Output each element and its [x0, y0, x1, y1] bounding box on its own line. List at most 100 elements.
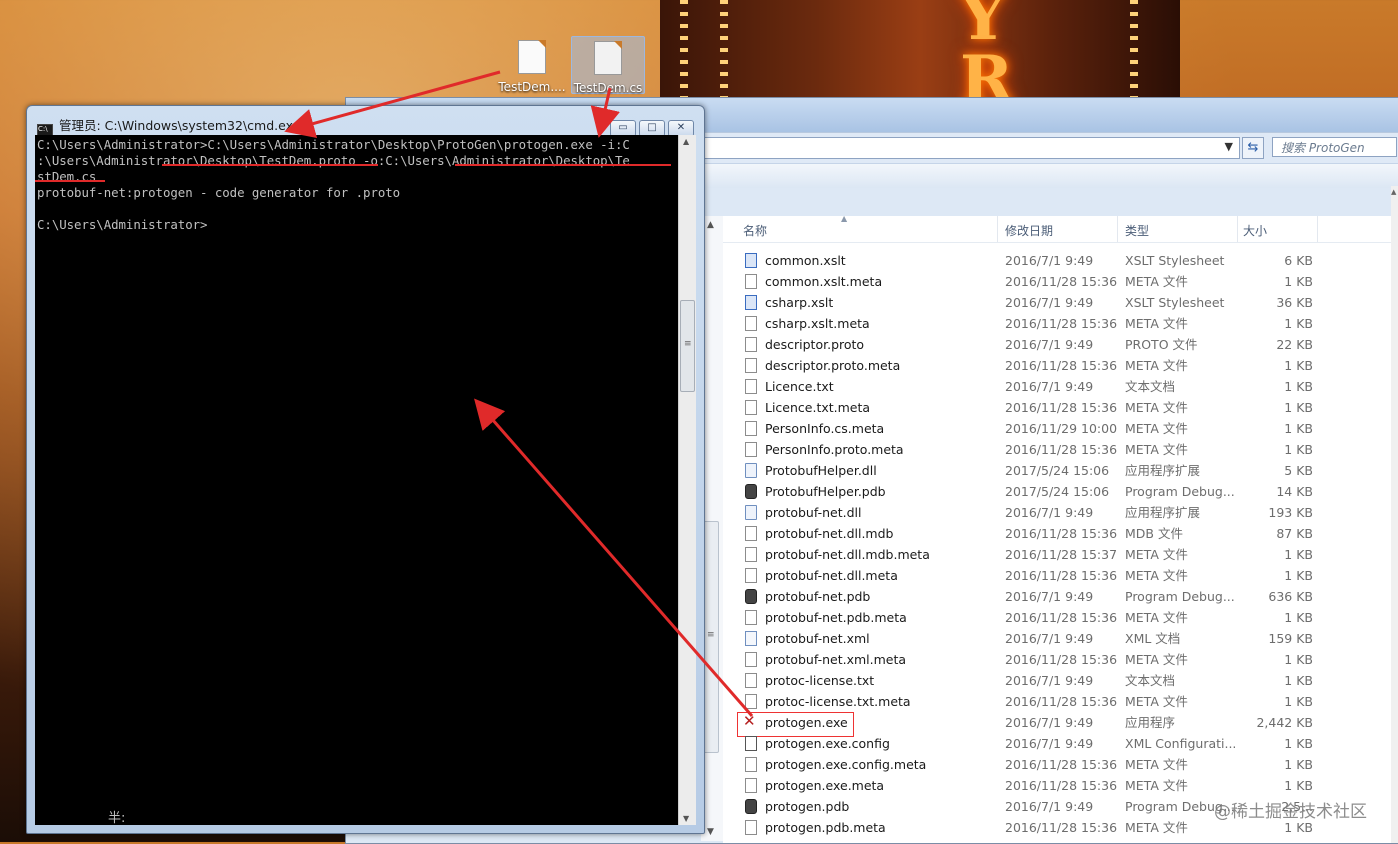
- column-size[interactable]: 大小: [1243, 222, 1267, 239]
- file-row[interactable]: ProtobufHelper.dll 2017/5/24 15:06 应用程序扩展 5…: [723, 460, 1391, 481]
- file-row[interactable]: csharp.xslt 2016/7/1 9:49 XSLT Stylesheet 3…: [723, 292, 1391, 313]
- file-name: common.xslt: [765, 253, 846, 268]
- file-size: 636 KB: [1268, 589, 1313, 604]
- file-row[interactable]: protogen.exe.meta 2016/11/28 15:36 META 文件…: [723, 775, 1391, 796]
- file-row[interactable]: ProtobufHelper.pdb 2017/5/24 15:06 Program…: [723, 481, 1391, 502]
- file-row[interactable]: descriptor.proto 2016/7/1 9:49 PROTO 文件 22 …: [723, 334, 1391, 355]
- file-icon: [745, 421, 757, 436]
- desktop-icon-proto[interactable]: TestDem....: [496, 40, 568, 94]
- file-date: 2016/7/1 9:49: [1005, 295, 1094, 310]
- file-row[interactable]: protobuf-net.xml.meta 2016/11/28 15:36 MET…: [723, 649, 1391, 670]
- console-output[interactable]: C:\Users\Administrator>C:\Users\Administ…: [35, 135, 678, 825]
- file-name: csharp.xslt: [765, 295, 834, 310]
- xslt-icon: [745, 253, 757, 268]
- file-date: 2016/11/28 15:36: [1005, 568, 1118, 583]
- file-size: 1 KB: [1284, 442, 1313, 457]
- file-date: 2016/11/28 15:36: [1005, 274, 1118, 289]
- file-type: META 文件: [1125, 316, 1188, 331]
- file-date: 2016/11/28 15:36: [1005, 358, 1118, 373]
- file-size: 87 KB: [1276, 526, 1313, 541]
- file-date: 2017/5/24 15:06: [1005, 484, 1110, 499]
- file-date: 2016/11/28 15:36: [1005, 778, 1118, 793]
- file-row[interactable]: common.xslt 2016/7/1 9:49 XSLT Stylesheet 6…: [723, 250, 1391, 271]
- file-row[interactable]: protobuf-net.pdb.meta 2016/11/28 15:36 MET…: [723, 607, 1391, 628]
- file-row[interactable]: Licence.txt.meta 2016/11/28 15:36 META 文件 1…: [723, 397, 1391, 418]
- file-size: 1 KB: [1284, 421, 1313, 436]
- scrollbar-thumb[interactable]: ≡: [703, 521, 719, 753]
- file-name: protogen.exe.meta: [765, 778, 885, 793]
- file-type: META 文件: [1125, 757, 1188, 772]
- file-row[interactable]: PersonInfo.proto.meta 2016/11/28 15:36 MET…: [723, 439, 1391, 460]
- file-row[interactable]: protogen.exe.config.meta 2016/11/28 15:36…: [723, 754, 1391, 775]
- file-icon: [518, 40, 546, 74]
- file-type: META 文件: [1125, 568, 1188, 583]
- file-size: 1 KB: [1284, 400, 1313, 415]
- file-icon: [745, 316, 757, 331]
- file-row[interactable]: protogen.exe.config 2016/7/1 9:49 XML Conf…: [723, 733, 1391, 754]
- sort-arrow-icon: ▲: [841, 214, 848, 223]
- file-name: protobuf-net.dll.meta: [765, 568, 898, 583]
- file-date: 2016/7/1 9:49: [1005, 715, 1094, 730]
- file-name: protobuf-net.xml.meta: [765, 652, 907, 667]
- cmd-scrollbar[interactable]: ▲ ≡ ▼: [678, 135, 696, 825]
- file-icon: [745, 526, 757, 541]
- file-date: 2016/11/28 15:36: [1005, 820, 1118, 835]
- file-name: csharp.xslt.meta: [765, 316, 870, 331]
- xslt-icon: [745, 295, 757, 310]
- chevron-down-icon[interactable]: ▼: [1225, 140, 1233, 153]
- cmd-window: C:\ 管理员: C:\Windows\system32\cmd.exe ▭ □ ✕ …: [26, 105, 705, 834]
- file-row[interactable]: protoc-license.txt.meta 2016/11/28 15:36 M…: [723, 691, 1391, 712]
- file-row[interactable]: protoc-license.txt 2016/7/1 9:49 文本文档 1 KB: [723, 670, 1391, 691]
- csharp-file-icon: [594, 41, 622, 75]
- file-row[interactable]: protobuf-net.pdb 2016/7/1 9:49 Program Deb…: [723, 586, 1391, 607]
- file-row[interactable]: protobuf-net.xml 2016/7/1 9:49 XML 文档 159 K…: [723, 628, 1391, 649]
- file-size: 2,442 KB: [1256, 715, 1313, 730]
- file-type: 应用程序扩展: [1125, 505, 1201, 520]
- file-size: 1 KB: [1284, 778, 1313, 793]
- column-date[interactable]: 修改日期: [1005, 222, 1053, 239]
- address-input[interactable]: ▼: [700, 137, 1240, 159]
- column-type[interactable]: 类型: [1125, 222, 1149, 239]
- scrollbar-thumb[interactable]: ≡: [680, 300, 695, 392]
- column-name[interactable]: 名称: [743, 222, 767, 239]
- desktop-icon-label: TestDem....: [498, 80, 566, 94]
- file-date: 2016/7/1 9:49: [1005, 253, 1094, 268]
- file-icon: [745, 820, 757, 835]
- scroll-up-icon[interactable]: ▲: [707, 220, 714, 230]
- file-row[interactable]: descriptor.proto.meta 2016/11/28 15:36 MET…: [723, 355, 1391, 376]
- file-name: protogen.exe: [765, 715, 848, 730]
- file-row[interactable]: protobuf-net.dll.mdb.meta 2016/11/28 15:3…: [723, 544, 1391, 565]
- cmd-titlebar[interactable]: C:\ 管理员: C:\Windows\system32\cmd.exe: [37, 115, 300, 136]
- file-row[interactable]: protogen.exe 2016/7/1 9:49 应用程序 2,442 KB: [723, 711, 1391, 737]
- file-row[interactable]: csharp.xslt.meta 2016/11/28 15:36 META 文件 1…: [723, 313, 1391, 334]
- file-type: META 文件: [1125, 358, 1188, 373]
- file-name: ProtobufHelper.pdb: [765, 484, 886, 499]
- file-row[interactable]: protobuf-net.dll.mdb 2016/11/28 15:36 MDB …: [723, 523, 1391, 544]
- file-type: META 文件: [1125, 694, 1188, 709]
- file-type: XML Configurati...: [1125, 736, 1237, 751]
- file-icon: [745, 757, 757, 772]
- file-row[interactable]: Licence.txt 2016/7/1 9:49 文本文档 1 KB: [723, 376, 1391, 397]
- file-size: 5 KB: [1284, 463, 1313, 478]
- file-date: 2016/7/1 9:49: [1005, 505, 1094, 520]
- file-type: META 文件: [1125, 442, 1188, 457]
- refresh-icon[interactable]: ⇆: [1242, 137, 1264, 159]
- file-name: protogen.exe.config: [765, 736, 890, 751]
- file-size: 1 KB: [1284, 316, 1313, 331]
- desktop-icon-cs[interactable]: TestDem.cs: [571, 36, 645, 95]
- explorer-scrollbar[interactable]: ▲: [1391, 186, 1398, 843]
- file-icon: [745, 694, 757, 709]
- file-row[interactable]: common.xslt.meta 2016/11/28 15:36 META 文件 1…: [723, 271, 1391, 292]
- file-row[interactable]: protobuf-net.dll.meta 2016/11/28 15:36 MET…: [723, 565, 1391, 586]
- file-type: META 文件: [1125, 274, 1188, 289]
- file-type: META 文件: [1125, 421, 1188, 436]
- scroll-down-icon[interactable]: ▼: [683, 814, 689, 823]
- file-name: protobuf-net.dll.mdb.meta: [765, 547, 930, 562]
- file-row[interactable]: PersonInfo.cs.meta 2016/11/29 10:00 META 文…: [723, 418, 1391, 439]
- file-size: 1 KB: [1284, 547, 1313, 562]
- scroll-down-icon[interactable]: ▼: [707, 827, 714, 837]
- scroll-up-icon[interactable]: ▲: [683, 137, 689, 146]
- search-input[interactable]: 搜索 ProtoGen: [1272, 137, 1397, 157]
- file-row[interactable]: protobuf-net.dll 2016/7/1 9:49 应用程序扩展 193 K…: [723, 502, 1391, 523]
- file-size: 36 KB: [1276, 295, 1313, 310]
